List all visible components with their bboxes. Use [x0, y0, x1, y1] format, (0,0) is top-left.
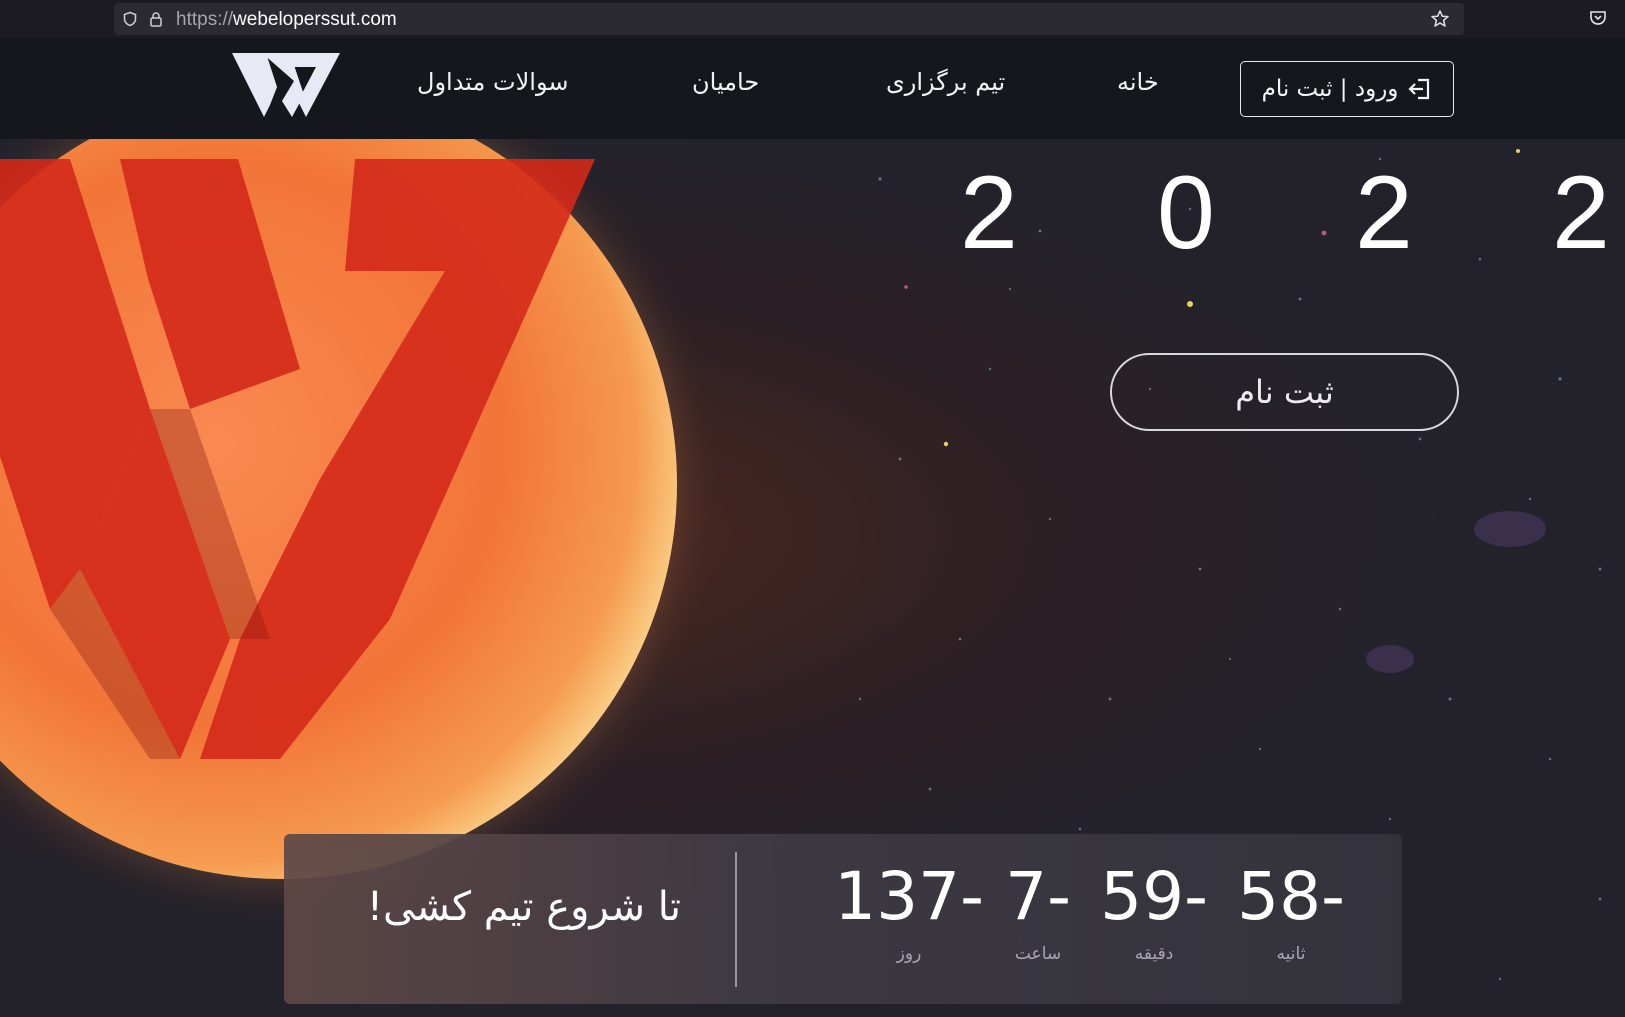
login-arrow-icon [1408, 78, 1430, 100]
countdown-hours: 7- ساعت [988, 858, 1088, 965]
countdown-minutes-label: دقیقه [1134, 944, 1174, 964]
countdown-seconds: 58- ثانیه [1226, 858, 1356, 965]
countdown-days: 137- روز [824, 858, 994, 965]
star-icon[interactable] [1430, 9, 1450, 29]
url-bar[interactable]: https://webeloperssut.com [114, 3, 1464, 35]
lock-icon[interactable] [148, 11, 164, 27]
w-logo[interactable] [232, 51, 340, 119]
shield-icon[interactable] [122, 11, 138, 27]
countdown-days-label: روز [896, 944, 922, 964]
countdown-hours-label: ساعت [1014, 944, 1062, 964]
login-register-label: ورود | ثبت نام [1261, 76, 1399, 102]
countdown-seconds-label: ثانیه [1276, 944, 1306, 964]
site-header: سوالات متداول حامیان تیم برگزاری خانه ور… [0, 38, 1625, 139]
nav-faq[interactable]: سوالات متداول [417, 68, 568, 104]
url-scheme: https:// [176, 9, 234, 30]
year-digit: 2 [1355, 155, 1413, 271]
nav-home[interactable]: خانه [1117, 68, 1159, 104]
url-text[interactable]: https://webeloperssut.com [176, 9, 397, 31]
pocket-icon[interactable] [1589, 9, 1607, 27]
register-button[interactable]: ثبت نام [1110, 353, 1459, 431]
countdown-minutes: 59- دقیقه [1094, 858, 1214, 965]
url-host: webeloperssut.com [233, 9, 397, 30]
countdown-panel: تا شروع تیم کشی! 137- روز 7- ساعت 59- دق… [284, 834, 1402, 1004]
countdown-seconds-value: 58- [1237, 858, 1345, 935]
countdown-hours-value: 7- [1005, 858, 1071, 935]
browser-toolbar: https://webeloperssut.com [0, 0, 1625, 38]
countdown-minutes-value: 59- [1100, 858, 1208, 935]
year-digit: 0 [1157, 155, 1215, 271]
hero-section: 2 0 2 2 ثبت نام تا شروع تیم کشی! 137- رو… [0, 139, 1625, 1017]
countdown-divider [735, 852, 737, 987]
nav-organizing-team[interactable]: تیم برگزاری [886, 68, 1005, 104]
login-register-button[interactable]: ورود | ثبت نام [1240, 61, 1454, 117]
countdown-days-value: 137- [834, 858, 984, 935]
nav-sponsors[interactable]: حامیان [692, 68, 759, 104]
year-digit: 2 [960, 155, 1018, 271]
year-digit: 2 [1552, 155, 1610, 271]
countdown-title: تا شروع تیم کشی! [366, 884, 682, 930]
